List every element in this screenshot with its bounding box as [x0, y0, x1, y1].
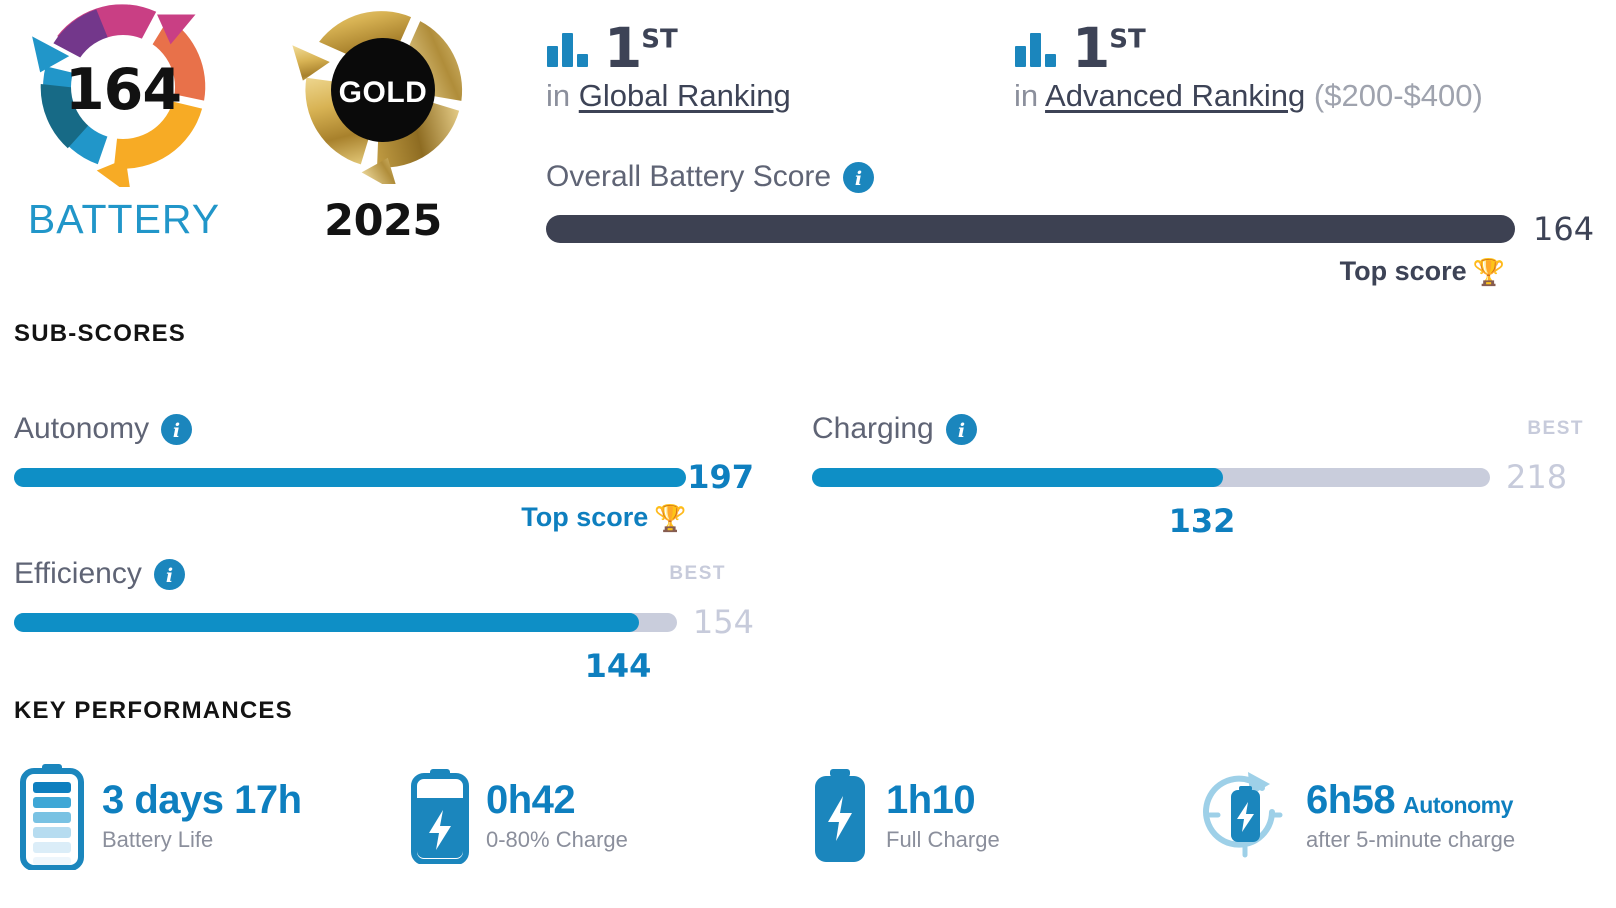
- efficiency-header: Efficiency i BEST: [14, 557, 754, 591]
- ranking-prefix: in: [546, 78, 571, 113]
- global-ranking-caption: in Global Ranking: [546, 78, 791, 114]
- overall-top-score-badge: Top score 🏆: [546, 256, 1515, 287]
- overall-score-bar: [546, 215, 1515, 243]
- award-year-label: 2025: [324, 196, 442, 246]
- key-performances-row: 3 days 17h Battery Life 0h42 0-80% Charg…: [0, 762, 1616, 870]
- key-performances-heading: KEY PERFORMANCES: [14, 697, 293, 724]
- trophy-icon: 🏆: [654, 502, 687, 533]
- autonomy-bar-row: 197: [14, 458, 754, 496]
- charging-below-row: 132: [812, 502, 1602, 542]
- advanced-ranking-position-row: 1ST: [1014, 10, 1483, 80]
- efficiency-fill: [14, 612, 639, 632]
- overall-battery-score-block: Overall Battery Score i 164 Top score 🏆: [546, 160, 1606, 287]
- autonomy-label: Autonomy: [14, 412, 150, 445]
- battery-brand-label: BATTERY: [27, 196, 221, 242]
- quick-charge-label: after 5-minute charge: [1306, 827, 1516, 852]
- key-performance-quick-charge: 6h58 Autonomy after 5-minute charge: [1200, 762, 1616, 870]
- autonomy-header: Autonomy i: [14, 412, 754, 446]
- info-icon[interactable]: i: [945, 413, 977, 445]
- advanced-ranking-caption: in Advanced Ranking ($200-$400): [1014, 78, 1483, 114]
- advanced-ranking-block[interactable]: 1ST in Advanced Ranking ($200-$400): [1014, 10, 1483, 114]
- autonomy-top-score-label: Top score: [521, 502, 649, 532]
- trophy-icon: 🏆: [1472, 256, 1505, 287]
- charge-80-label: 0-80% Charge: [486, 827, 628, 852]
- charging-value: 132: [1168, 502, 1236, 540]
- battery-life-text: 3 days 17h Battery Life: [102, 779, 302, 853]
- svg-text:i: i: [855, 168, 862, 190]
- autonomy-fill: [14, 467, 686, 487]
- charging-best-label: BEST: [1527, 418, 1584, 439]
- svg-text:i: i: [166, 565, 173, 587]
- efficiency-bar-row: 154: [14, 603, 754, 641]
- global-ranking-position: 1ST: [604, 15, 678, 80]
- charging-label: Charging: [812, 412, 934, 445]
- key-performance-battery-life: 3 days 17h Battery Life: [0, 762, 410, 870]
- battery-score-ring-badge: 164: [14, 0, 232, 192]
- efficiency-track: [14, 612, 677, 632]
- svg-text:i: i: [958, 420, 965, 442]
- battery-life-value: 3 days 17h: [102, 778, 302, 822]
- overall-score-value: 164: [1533, 210, 1595, 248]
- subscore-charging: Charging i BEST 218 132: [812, 412, 1602, 542]
- autonomy-value: 197: [687, 458, 754, 496]
- info-icon[interactable]: i: [161, 413, 193, 445]
- battery-life-label: Battery Life: [102, 827, 214, 852]
- charging-track: [812, 467, 1490, 487]
- efficiency-value: 144: [584, 647, 652, 685]
- sub-scores-heading: SUB-SCORES: [14, 320, 187, 347]
- efficiency-label: Efficiency: [14, 557, 142, 590]
- global-ranking-position-row: 1ST: [546, 10, 791, 80]
- efficiency-title-row: Efficiency i: [14, 557, 185, 591]
- efficiency-best-label: BEST: [669, 563, 726, 584]
- overall-score-label: Overall Battery Score: [546, 160, 832, 193]
- quick-charge-clock-icon: [1203, 772, 1283, 858]
- charging-header: Charging i BEST: [812, 412, 1602, 446]
- advanced-ranking-link[interactable]: Advanced Ranking: [1045, 78, 1305, 113]
- battery-levels-icon: [20, 764, 84, 870]
- autonomy-track: [14, 467, 686, 487]
- full-charge-label: Full Charge: [886, 827, 1000, 852]
- charging-bar-row: 218: [812, 458, 1602, 496]
- autonomy-title-row: Autonomy i: [14, 412, 193, 446]
- quick-charge-duration: 6h58: [1306, 778, 1396, 822]
- battery-score-value: 164: [65, 56, 182, 123]
- advanced-ranking-price-range: ($200-$400): [1313, 78, 1483, 113]
- autonomy-top-score-badge: Top score 🏆: [521, 502, 686, 533]
- efficiency-below-row: 144: [14, 647, 754, 687]
- subscore-autonomy: Autonomy i 197 Top score 🏆: [14, 412, 754, 542]
- gold-award-badge: GOLD: [288, 2, 478, 194]
- bar-chart-icon: [547, 33, 588, 67]
- svg-text:i: i: [173, 420, 180, 442]
- info-icon[interactable]: i: [843, 161, 875, 193]
- quick-charge-value: 6h58 Autonomy: [1306, 779, 1515, 821]
- badge-group: 164 BATTERY GOLD 2025: [0, 0, 520, 270]
- global-ranking-block[interactable]: 1ST in Global Ranking: [546, 10, 791, 114]
- full-charge-value: 1h10: [886, 778, 976, 822]
- quick-charge-suffix: Autonomy: [1403, 792, 1513, 818]
- autonomy-below-row: Top score 🏆: [14, 502, 754, 542]
- overall-top-score-label: Top score: [1339, 256, 1467, 286]
- global-ranking-link[interactable]: Global Ranking: [579, 78, 791, 113]
- full-charge-text: 1h10 Full Charge: [886, 779, 1000, 853]
- overall-score-label-row: Overall Battery Score i: [546, 160, 1606, 194]
- charging-best-value: 218: [1506, 458, 1568, 496]
- gold-tier-label: GOLD: [338, 76, 428, 109]
- advanced-ranking-position: 1ST: [1072, 15, 1146, 80]
- key-performance-full-charge: 1h10 Full Charge: [810, 762, 1200, 870]
- subscore-efficiency: Efficiency i BEST 154 144: [14, 557, 754, 687]
- battery-score-panel: 164 BATTERY GOLD 2025 1ST in Global Rank…: [0, 0, 1616, 908]
- charge-80-value: 0h42: [486, 778, 576, 822]
- battery-charging-80-icon: [411, 769, 469, 864]
- info-icon[interactable]: i: [153, 558, 185, 590]
- battery-charging-full-icon: [815, 769, 865, 862]
- key-performance-0-80-charge: 0h42 0-80% Charge: [410, 762, 810, 870]
- ranking-prefix: in: [1014, 78, 1039, 113]
- charging-title-row: Charging i: [812, 412, 977, 446]
- charging-fill: [812, 467, 1223, 487]
- quick-charge-text: 6h58 Autonomy after 5-minute charge: [1306, 779, 1515, 853]
- charge-80-text: 0h42 0-80% Charge: [486, 779, 628, 853]
- overall-score-bar-row: 164: [546, 210, 1606, 248]
- bar-chart-icon: [1015, 33, 1056, 67]
- efficiency-best-value: 154: [692, 603, 754, 641]
